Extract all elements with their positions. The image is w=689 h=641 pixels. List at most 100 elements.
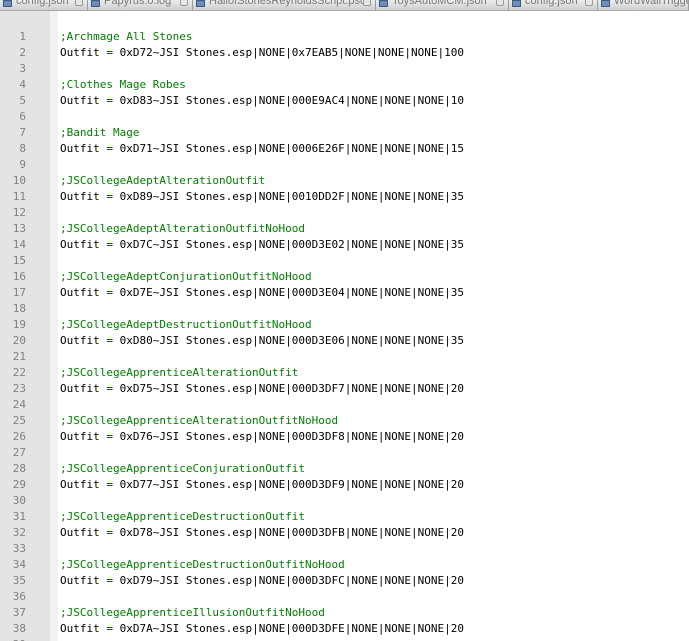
line-number: 21: [12, 350, 26, 363]
code-line[interactable]: 29 Outfit = 0xD77~JSI Stones.esp|NONE|000…: [0, 477, 689, 493]
line-number: 9: [19, 158, 26, 171]
entry-key: Outfit: [60, 382, 100, 395]
code-line[interactable]: 23 Outfit = 0xD75~JSI Stones.esp|NONE|000…: [0, 381, 689, 397]
code-line[interactable]: 18: [0, 301, 689, 317]
line-number: 6: [19, 110, 26, 123]
code-line[interactable]: 9: [0, 157, 689, 173]
assign-operator: =: [106, 382, 113, 395]
code-line[interactable]: 4 ;Clothes Mage Robes: [0, 77, 689, 93]
assign-operator: =: [106, 94, 113, 107]
code-line[interactable]: 6: [0, 109, 689, 125]
line-number: 31: [12, 510, 26, 523]
code-lines[interactable]: 1 ;Archmage All Stones 2 Outfit = 0xD72~JSI…: [0, 29, 689, 641]
line-number: 29: [12, 478, 26, 491]
entry-value: 0xD7C~JSI Stones.esp|NONE|000D3E02|NONE|…: [119, 238, 464, 251]
line-number: 3: [19, 62, 26, 75]
code-line[interactable]: 36: [0, 589, 689, 605]
entry-value: 0xD71~JSI Stones.esp|NONE|0006E26F|NONE|…: [119, 142, 464, 155]
code-line[interactable]: 37 ;JSCollegeApprenticeIllusionOutfitNoHo…: [0, 605, 689, 621]
line-number: 12: [12, 206, 26, 219]
code-line[interactable]: 28 ;JSCollegeApprenticeConjurationOutfit: [0, 461, 689, 477]
tab-config-json-2[interactable]: config.json: [509, 0, 598, 10]
close-icon[interactable]: [363, 0, 371, 6]
code-line[interactable]: 31 ;JSCollegeApprenticeDestructionOutfit: [0, 509, 689, 525]
line-number: 1: [19, 30, 26, 43]
code-editor[interactable]: 1 ;Archmage All Stones 2 Outfit = 0xD72~JSI…: [0, 11, 689, 641]
tab-hallofstones-script[interactable]: HallofStonesReynoldsScript.psc: [193, 0, 376, 10]
line-number: 18: [12, 302, 26, 315]
code-line[interactable]: 25 ;JSCollegeApprenticeAlterationOutfitNo…: [0, 413, 689, 429]
tab-label: config.json: [16, 0, 69, 7]
code-line[interactable]: 2 Outfit = 0xD72~JSI Stones.esp|NONE|0x7E…: [0, 45, 689, 61]
entry-key: Outfit: [60, 430, 100, 443]
code-line[interactable]: 35 Outfit = 0xD79~JSI Stones.esp|NONE|000…: [0, 573, 689, 589]
line-number: 11: [12, 190, 26, 203]
code-line[interactable]: 22 ;JSCollegeApprenticeAlterationOutfit: [0, 365, 689, 381]
entry-value: 0xD83~JSI Stones.esp|NONE|000E9AC4|NONE|…: [119, 94, 464, 107]
comment-text: ;JSCollegeAdeptAlterationOutfitNoHood: [60, 222, 306, 235]
code-line[interactable]: 15: [0, 253, 689, 269]
code-line[interactable]: 16 ;JSCollegeAdeptConjurationOutfitNoHood: [0, 269, 689, 285]
code-line[interactable]: 27: [0, 445, 689, 461]
code-line[interactable]: 3: [0, 61, 689, 77]
tab-config-json-1[interactable]: config.json: [0, 0, 88, 10]
entry-key: Outfit: [60, 574, 100, 587]
entry-value: 0xD72~JSI Stones.esp|NONE|0x7EAB5|NONE|N…: [119, 46, 464, 59]
close-icon[interactable]: [180, 0, 188, 6]
code-line[interactable]: 26 Outfit = 0xD76~JSI Stones.esp|NONE|000…: [0, 429, 689, 445]
code-line[interactable]: 10 ;JSCollegeAdeptAlterationOutfit: [0, 173, 689, 189]
assign-operator: =: [106, 334, 113, 347]
comment-text: ;JSCollegeAdeptConjurationOutfitNoHood: [60, 270, 312, 283]
line-number: 14: [12, 238, 26, 251]
code-line[interactable]: 5 Outfit = 0xD83~JSI Stones.esp|NONE|000E…: [0, 93, 689, 109]
close-icon[interactable]: [75, 0, 83, 6]
outfit-entry: Outfit = 0xD7C~JSI Stones.esp|NONE|000D3…: [60, 237, 464, 253]
line-number: 2: [19, 46, 26, 59]
outfit-entry: Outfit = 0xD75~JSI Stones.esp|NONE|000D3…: [60, 381, 464, 397]
code-line[interactable]: 17 Outfit = 0xD7E~JSI Stones.esp|NONE|000…: [0, 285, 689, 301]
line-number: 24: [12, 398, 26, 411]
line-number: 17: [12, 286, 26, 299]
code-line[interactable]: 20 Outfit = 0xD80~JSI Stones.esp|NONE|000…: [0, 333, 689, 349]
line-number: 15: [12, 254, 26, 267]
entry-value: 0xD75~JSI Stones.esp|NONE|000D3DF7|NONE|…: [119, 382, 464, 395]
code-line[interactable]: 33: [0, 541, 689, 557]
code-line[interactable]: 24: [0, 397, 689, 413]
assign-operator: =: [106, 574, 113, 587]
code-line[interactable]: 19 ;JSCollegeAdeptDestructionOutfitNoHood: [0, 317, 689, 333]
line-number: 22: [12, 366, 26, 379]
entry-key: Outfit: [60, 94, 100, 107]
code-line[interactable]: 39: [0, 637, 689, 641]
entry-key: Outfit: [60, 622, 100, 635]
code-line[interactable]: 38 Outfit = 0xD7A~JSI Stones.esp|NONE|000…: [0, 621, 689, 637]
tab-papyrus-log[interactable]: Papyrus.0.log: [88, 0, 193, 10]
comment-text: ;JSCollegeApprenticeConjurationOutfit: [60, 462, 306, 475]
code-line[interactable]: 8 Outfit = 0xD71~JSI Stones.esp|NONE|0006…: [0, 141, 689, 157]
entry-key: Outfit: [60, 334, 100, 347]
close-icon[interactable]: [585, 0, 593, 6]
document-icon: [196, 0, 205, 7]
code-line[interactable]: 1 ;Archmage All Stones: [0, 29, 689, 45]
code-line[interactable]: 14 Outfit = 0xD7C~JSI Stones.esp|NONE|000…: [0, 237, 689, 253]
code-line[interactable]: 12: [0, 205, 689, 221]
close-icon[interactable]: [496, 0, 504, 6]
comment-text: ;Bandit Mage: [60, 126, 140, 139]
tab-label: HallofStonesReynoldsScript.psc: [209, 0, 366, 7]
assign-operator: =: [106, 622, 113, 635]
code-line[interactable]: 11 Outfit = 0xD89~JSI Stones.esp|NONE|001…: [0, 189, 689, 205]
tab-label: config.json: [525, 0, 578, 7]
code-line[interactable]: 13 ;JSCollegeAdeptAlterationOutfitNoHood: [0, 221, 689, 237]
outfit-entry: Outfit = 0xD79~JSI Stones.esp|NONE|000D3…: [60, 573, 464, 589]
line-number: 37: [12, 606, 26, 619]
entry-value: 0xD7A~JSI Stones.esp|NONE|000D3DFE|NONE|…: [119, 622, 464, 635]
code-line[interactable]: 32 Outfit = 0xD78~JSI Stones.esp|NONE|000…: [0, 525, 689, 541]
code-line[interactable]: 30: [0, 493, 689, 509]
outfit-entry: Outfit = 0xD78~JSI Stones.esp|NONE|000D3…: [60, 525, 464, 541]
assign-operator: =: [106, 142, 113, 155]
code-line[interactable]: 21: [0, 349, 689, 365]
code-line[interactable]: 34 ;JSCollegeApprenticeDestructionOutfitN…: [0, 557, 689, 573]
tab-toysautomcm-json[interactable]: ToysAutoMCM.json: [376, 0, 509, 10]
tab-wordwalltrigger[interactable]: WordWallTrigger: [598, 0, 689, 10]
tab-label: Papyrus.0.log: [104, 0, 172, 7]
code-line[interactable]: 7 ;Bandit Mage: [0, 125, 689, 141]
